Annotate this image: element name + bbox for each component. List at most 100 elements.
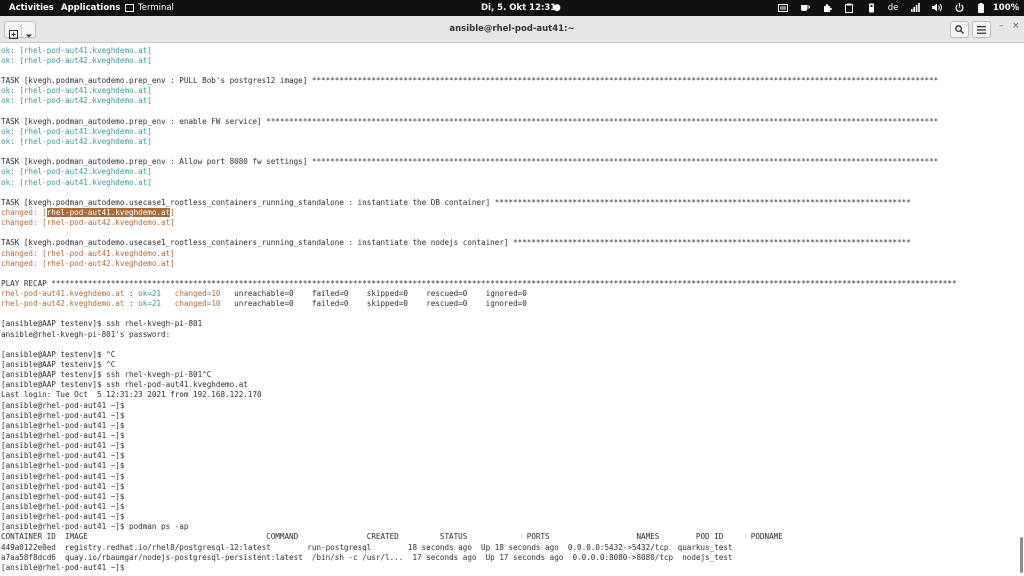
terminal-line: [ansible@rhel-pod-aut41 ~]$ <box>1 512 957 522</box>
applications-menu[interactable]: Applications <box>61 0 120 16</box>
battery-level[interactable]: 100% <box>992 0 1020 16</box>
new-tab-button[interactable] <box>4 21 36 39</box>
line-segment: [ansible@rhel-pod-aut41 ~]$ <box>1 481 125 491</box>
search-icon <box>955 25 964 34</box>
line-segment: [ansible@rhel-pod-aut41 ~]$ <box>1 431 125 441</box>
terminal-line: 449a0122e0ed registry.redhat.io/rhel8/po… <box>1 543 957 553</box>
terminal-line: [ansible@rhel-pod-aut41 ~]$ <box>1 563 957 573</box>
line-segment <box>161 299 175 308</box>
chevron-down-icon[interactable] <box>25 25 33 44</box>
line-segment: ok: [rhel-pod-aut41.kveghdemo.at] <box>1 177 152 187</box>
scrollbar-thumb[interactable] <box>1020 537 1023 573</box>
line-segment: Last login: Tue Oct 5 12:31:23 2021 from… <box>1 390 262 400</box>
terminal-line: [ansible@AAP testenv]$ ^C <box>1 350 957 360</box>
screen-icon[interactable] <box>772 0 794 16</box>
line-segment: changed=10 <box>174 299 221 309</box>
clipboard-icon[interactable] <box>838 0 860 16</box>
clock[interactable]: Di, 5. Okt 12:31 <box>481 0 556 16</box>
line-segment: ok: [rhel-pod-aut42.kveghdemo.at] <box>1 167 152 177</box>
keyboard-layout[interactable]: de <box>882 0 904 16</box>
notification-dot-label: ● <box>553 3 561 13</box>
extension-icon[interactable] <box>816 0 838 16</box>
line-segment: : <box>124 299 139 309</box>
coffee-icon[interactable] <box>794 0 816 16</box>
terminal-line: ok: [rhel-pod-aut41.kveghdemo.at] <box>1 178 957 188</box>
line-segment: [ansible@AAP testenv]$ ssh rhel-kvegh-pi… <box>1 319 203 329</box>
terminal-line: [ansible@rhel-pod-aut41 ~]$ <box>1 492 957 502</box>
line-segment: [ansible@rhel-pod-aut41 ~]$ podman ps -a… <box>1 522 189 532</box>
line-segment: [ansible@rhel-pod-aut41 ~]$ <box>1 471 125 481</box>
power-icon[interactable] <box>948 0 970 16</box>
line-segment: [ansible@rhel-pod-aut41 ~]$ <box>1 400 125 410</box>
terminal-line: ok: [rhel-pod-aut41.kveghdemo.at] <box>1 86 957 96</box>
terminal-line: ok: [rhel-pod-aut42.kveghdemo.at] <box>1 56 957 66</box>
terminal-line: TASK [kvegh.podman_autodemo.usecase1_roo… <box>1 238 957 248</box>
volume-icon[interactable] <box>926 0 948 16</box>
terminal-line: ok: [rhel-pod-aut42.kveghdemo.at] <box>1 137 957 147</box>
selected-text: rhel-pod-aut41.kveghdemo.at <box>46 207 171 217</box>
line-segment <box>161 289 175 298</box>
activities-button[interactable]: Activities <box>9 0 54 16</box>
search-button[interactable] <box>950 21 969 38</box>
terminal-lines: ok: [rhel-pod-aut41.kveghdemo.at] ok: [rh… <box>1 46 957 573</box>
usb-icon[interactable] <box>860 0 882 16</box>
terminal-titlebar: ansible@rhel-pod-aut41:~ – × <box>0 16 1024 43</box>
terminal-output[interactable]: ok: [rhel-pod-aut41.kveghdemo.at] ok: [rh… <box>0 43 1016 576</box>
terminal-line: [ansible@AAP testenv]$ ssh rhel-kvegh-pi… <box>1 370 957 380</box>
line-segment: rhel-pod-aut41.kveghdemo.at <box>1 289 125 299</box>
line-segment: changed=10 <box>174 289 221 299</box>
line-segment: TASK [kvegh.podman_autodemo.prep_env : A… <box>1 157 939 167</box>
line-segment: ok: [rhel-pod-aut42.kveghdemo.at] <box>1 96 152 106</box>
terminal-line: ok: [rhel-pod-aut41.kveghdemo.at] <box>1 46 957 56</box>
battery-icon[interactable] <box>970 0 992 16</box>
keyboard-layout-label: de <box>887 3 899 13</box>
line-segment: ok=21 <box>138 299 162 309</box>
terminal-line: [ansible@rhel-pod-aut41 ~]$ <box>1 421 957 431</box>
terminal-line: [ansible@rhel-pod-aut41 ~]$ <box>1 401 957 411</box>
line-segment: ok: [rhel-pod-aut41.kveghdemo.at] <box>1 86 152 96</box>
line-segment: [ansible@rhel-pod-aut41 ~]$ <box>1 451 125 461</box>
terminal-line: a7aa58f8dcd6 quay.io/rbaumgar/nodejs-pos… <box>1 553 957 563</box>
line-segment: ok: [rhel-pod-aut42.kveghdemo.at] <box>1 55 152 65</box>
terminal-line: [ansible@rhel-pod-aut41 ~]$ <box>1 461 957 471</box>
terminal-scrollbar[interactable] <box>1019 46 1023 573</box>
system-tray: de 100% <box>772 0 1020 16</box>
terminal-app-label: Terminal <box>138 3 174 13</box>
line-segment: [ansible@rhel-pod-aut41 ~]$ <box>1 441 125 451</box>
line-segment: [ansible@rhel-pod-aut41 ~]$ <box>1 491 125 501</box>
terminal-line: TASK [kvegh.podman_autodemo.prep_env : e… <box>1 117 957 127</box>
terminal-line: [ansible@AAP testenv]$ ^C <box>1 360 957 370</box>
line-segment: [ansible@rhel-pod-aut41 ~]$ <box>1 512 125 522</box>
line-segment: [ansible@rhel-pod-aut41 ~]$ <box>1 562 125 572</box>
new-tab-icon <box>9 24 19 43</box>
battery-level-label: 100% <box>992 3 1020 13</box>
line-segment: ansible@rhel-kvegh-pi-801's password: <box>1 329 171 339</box>
line-segment: CONTAINER ID IMAGE COMMAND CREATED STATU… <box>1 532 783 542</box>
terminal-line: CONTAINER ID IMAGE COMMAND CREATED STATU… <box>1 532 957 542</box>
terminal-line: changed: [rhel-pod-aut41.kveghdemo.at] <box>1 207 957 218</box>
line-segment: TASK [kvegh.podman_autodemo.usecase1_roo… <box>1 197 911 207</box>
close-icon[interactable]: × <box>1012 21 1020 31</box>
new-tab-divider <box>21 24 22 35</box>
menu-button[interactable] <box>972 21 991 38</box>
terminal-line: rhel-pod-aut41.kveghdemo.at : ok=21 chan… <box>1 289 957 299</box>
line-segment: [ansible@rhel-pod-aut41 ~]$ <box>1 410 125 420</box>
line-segment: [ansible@AAP testenv]$ ssh rhel-pod-aut4… <box>1 380 248 390</box>
line-segment: ] <box>170 207 175 217</box>
line-segment: [ansible@rhel-pod-aut41 ~]$ <box>1 420 125 430</box>
terminal-line: TASK [kvegh.podman_autodemo.prep_env : A… <box>1 157 957 167</box>
minimize-icon[interactable]: – <box>999 21 1004 31</box>
line-segment: changed: [rhel-pod-aut42.kveghdemo.at] <box>1 258 175 268</box>
terminal-line: TASK [kvegh.podman_autodemo.prep_env : P… <box>1 76 957 86</box>
network-icon[interactable] <box>904 0 926 16</box>
line-segment: [ansible@rhel-pod-aut41 ~]$ <box>1 461 125 471</box>
terminal-line: ok: [rhel-pod-aut42.kveghdemo.at] <box>1 167 957 177</box>
line-segment: [ansible@AAP testenv]$ ssh rhel-kvegh-pi… <box>1 370 212 380</box>
terminal-app-menu[interactable]: Terminal <box>125 0 174 16</box>
terminal-line: [ansible@rhel-pod-aut41 ~]$ <box>1 451 957 461</box>
line-segment: 449a0122e0ed registry.redhat.io/rhel8/po… <box>1 542 733 552</box>
line-segment: PLAY RECAP *****************************… <box>1 278 957 288</box>
terminal-line: [ansible@rhel-pod-aut41 ~]$ <box>1 472 957 482</box>
